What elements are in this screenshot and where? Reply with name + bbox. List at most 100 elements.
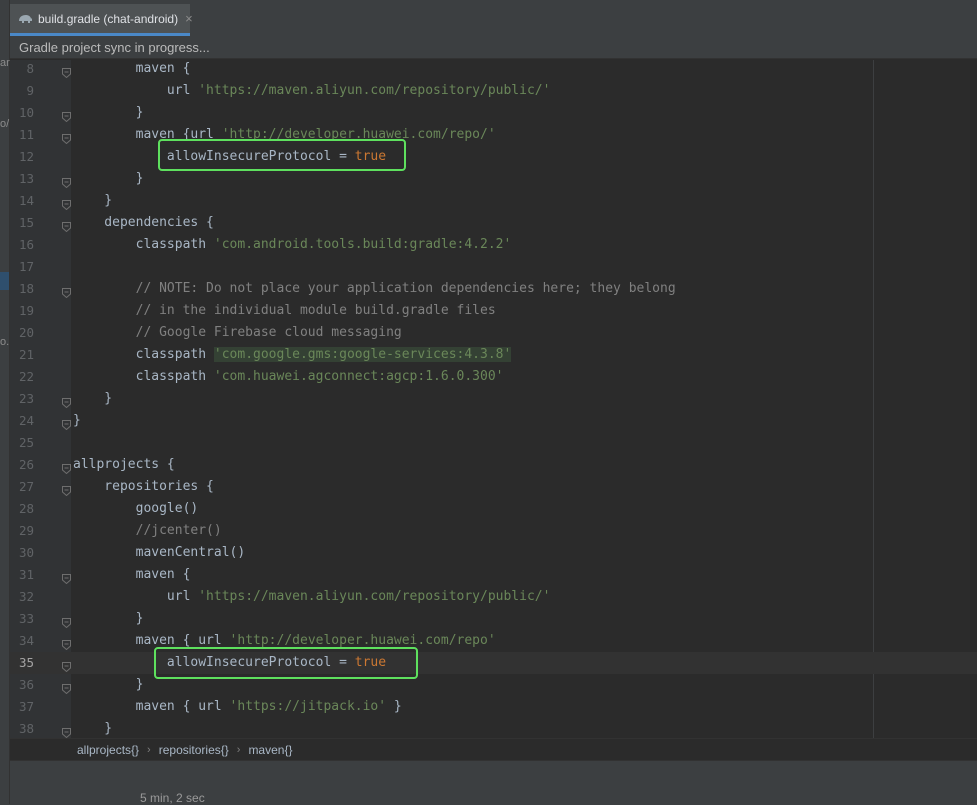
- code-text: maven {: [73, 60, 191, 80]
- sync-notification: Gradle project sync in progress...: [9, 36, 977, 59]
- line-number: 26: [18, 457, 34, 472]
- panel-edge-glyph: o.: [0, 336, 10, 348]
- code-text: // NOTE: Do not place your application d…: [73, 278, 676, 300]
- fold-marker-icon[interactable]: [62, 570, 71, 585]
- fold-marker-icon[interactable]: [62, 680, 71, 695]
- code-line[interactable]: 13 }: [9, 168, 977, 190]
- fold-marker-icon[interactable]: [62, 724, 71, 738]
- fold-marker-icon[interactable]: [62, 614, 71, 629]
- code-token: }: [386, 699, 402, 714]
- code-text: }: [73, 168, 144, 190]
- line-number: 10: [18, 105, 34, 120]
- code-text: dependencies {: [73, 212, 214, 234]
- breadcrumb-item[interactable]: repositories{}: [159, 743, 229, 757]
- line-number: 38: [18, 721, 34, 736]
- code-text: classpath 'com.android.tools.build:gradl…: [73, 234, 512, 256]
- code-token: }: [73, 413, 81, 428]
- code-token: 'com.huawei.agconnect:agcp:1.6.0.300': [213, 369, 504, 384]
- code-text: url 'https://maven.aliyun.com/repository…: [73, 586, 551, 608]
- line-number: 37: [18, 699, 34, 714]
- code-token: url: [73, 589, 199, 604]
- code-token: }: [73, 171, 144, 186]
- code-text: }: [73, 388, 112, 410]
- fold-marker-icon[interactable]: [62, 196, 71, 211]
- code-line[interactable]: 37 maven { url 'https://jitpack.io' }: [9, 696, 977, 718]
- fold-marker-icon[interactable]: [62, 64, 71, 79]
- line-number: 9: [26, 83, 34, 98]
- tab-build-gradle[interactable]: build.gradle (chat-android) ×: [9, 4, 193, 36]
- fold-marker-icon[interactable]: [62, 416, 71, 431]
- code-text: // in the individual module build.gradle…: [73, 300, 496, 322]
- line-number: 23: [18, 391, 34, 406]
- code-line[interactable]: 12 allowInsecureProtocol = true: [9, 146, 977, 168]
- code-line[interactable]: 19 // in the individual module build.gra…: [9, 300, 977, 322]
- code-text: }: [73, 102, 144, 124]
- code-line[interactable]: 27 repositories {: [9, 476, 977, 498]
- code-line[interactable]: 18 // NOTE: Do not place your applicatio…: [9, 278, 977, 300]
- code-token: }: [73, 105, 144, 120]
- code-line[interactable]: 22 classpath 'com.huawei.agconnect:agcp:…: [9, 366, 977, 388]
- fold-marker-icon[interactable]: [62, 218, 71, 233]
- line-number: 12: [18, 149, 34, 164]
- code-line[interactable]: 9 url 'https://maven.aliyun.com/reposito…: [9, 80, 977, 102]
- code-text: }: [73, 410, 81, 432]
- fold-marker-icon[interactable]: [62, 108, 71, 123]
- code-line[interactable]: 32 url 'https://maven.aliyun.com/reposit…: [9, 586, 977, 608]
- code-text: mavenCentral(): [73, 542, 246, 564]
- code-lines[interactable]: 8 maven {9 url 'https://maven.aliyun.com…: [9, 60, 977, 738]
- line-number: 29: [18, 523, 34, 538]
- code-token: 'com.android.tools.build:gradle:4.2.2': [213, 237, 512, 252]
- code-editor[interactable]: 8 maven {9 url 'https://maven.aliyun.com…: [9, 60, 977, 738]
- code-line[interactable]: 20 // Google Firebase cloud messaging: [9, 322, 977, 344]
- code-line[interactable]: 28 google(): [9, 498, 977, 520]
- code-token: maven {: [73, 61, 191, 76]
- code-token: google(): [73, 501, 199, 516]
- line-number: 28: [18, 501, 34, 516]
- line-number: 30: [18, 545, 34, 560]
- breadcrumb-item[interactable]: maven{}: [248, 743, 292, 757]
- code-token: //jcenter(): [73, 523, 222, 538]
- code-line[interactable]: 21 classpath 'com.google.gms:google-serv…: [9, 344, 977, 366]
- code-line[interactable]: 10 }: [9, 102, 977, 124]
- code-token: }: [73, 193, 113, 208]
- code-token: }: [73, 677, 144, 692]
- fold-marker-icon[interactable]: [62, 460, 71, 475]
- code-line[interactable]: 30 mavenCentral(): [9, 542, 977, 564]
- code-token: // Google Firebase cloud messaging: [73, 325, 402, 340]
- line-number: 18: [18, 281, 34, 296]
- code-line[interactable]: 33 }: [9, 608, 977, 630]
- line-number: 14: [18, 193, 34, 208]
- code-line[interactable]: 14 }: [9, 190, 977, 212]
- breadcrumb-separator: ›: [147, 743, 151, 756]
- code-line[interactable]: 26 allprojects {: [9, 454, 977, 476]
- fold-marker-icon[interactable]: [62, 658, 71, 673]
- code-token: dependencies {: [73, 215, 214, 230]
- code-text: classpath 'com.huawei.agconnect:agcp:1.6…: [73, 366, 504, 388]
- fold-marker-icon[interactable]: [62, 284, 71, 299]
- code-line[interactable]: 8 maven {: [9, 60, 977, 80]
- fold-marker-icon[interactable]: [62, 174, 71, 189]
- code-line[interactable]: 17: [9, 256, 977, 278]
- code-line[interactable]: 38 }: [9, 718, 977, 738]
- close-icon[interactable]: ×: [185, 11, 193, 26]
- code-line[interactable]: 15 dependencies {: [9, 212, 977, 234]
- line-number: 25: [18, 435, 34, 450]
- panel-edge-glyph: o/: [0, 118, 10, 130]
- code-text: maven { url 'https://jitpack.io' }: [73, 696, 402, 718]
- fold-marker-icon[interactable]: [62, 636, 71, 651]
- fold-marker-icon[interactable]: [62, 482, 71, 497]
- code-line[interactable]: 24}: [9, 410, 977, 432]
- code-line[interactable]: 31 maven {: [9, 564, 977, 586]
- code-line[interactable]: 25: [9, 432, 977, 454]
- line-number: 31: [18, 567, 34, 582]
- line-number: 8: [26, 61, 34, 76]
- code-line[interactable]: 23 }: [9, 388, 977, 410]
- code-line[interactable]: 29 //jcenter(): [9, 520, 977, 542]
- breadcrumb-item[interactable]: allprojects{}: [77, 743, 139, 757]
- fold-marker-icon[interactable]: [62, 130, 71, 145]
- fold-marker-icon[interactable]: [62, 394, 71, 409]
- code-line[interactable]: 11 maven {url 'http://developer.huawei.c…: [9, 124, 977, 146]
- code-text: classpath 'com.google.gms:google-service…: [73, 344, 512, 366]
- code-line[interactable]: 16 classpath 'com.android.tools.build:gr…: [9, 234, 977, 256]
- code-text: repositories {: [73, 476, 214, 498]
